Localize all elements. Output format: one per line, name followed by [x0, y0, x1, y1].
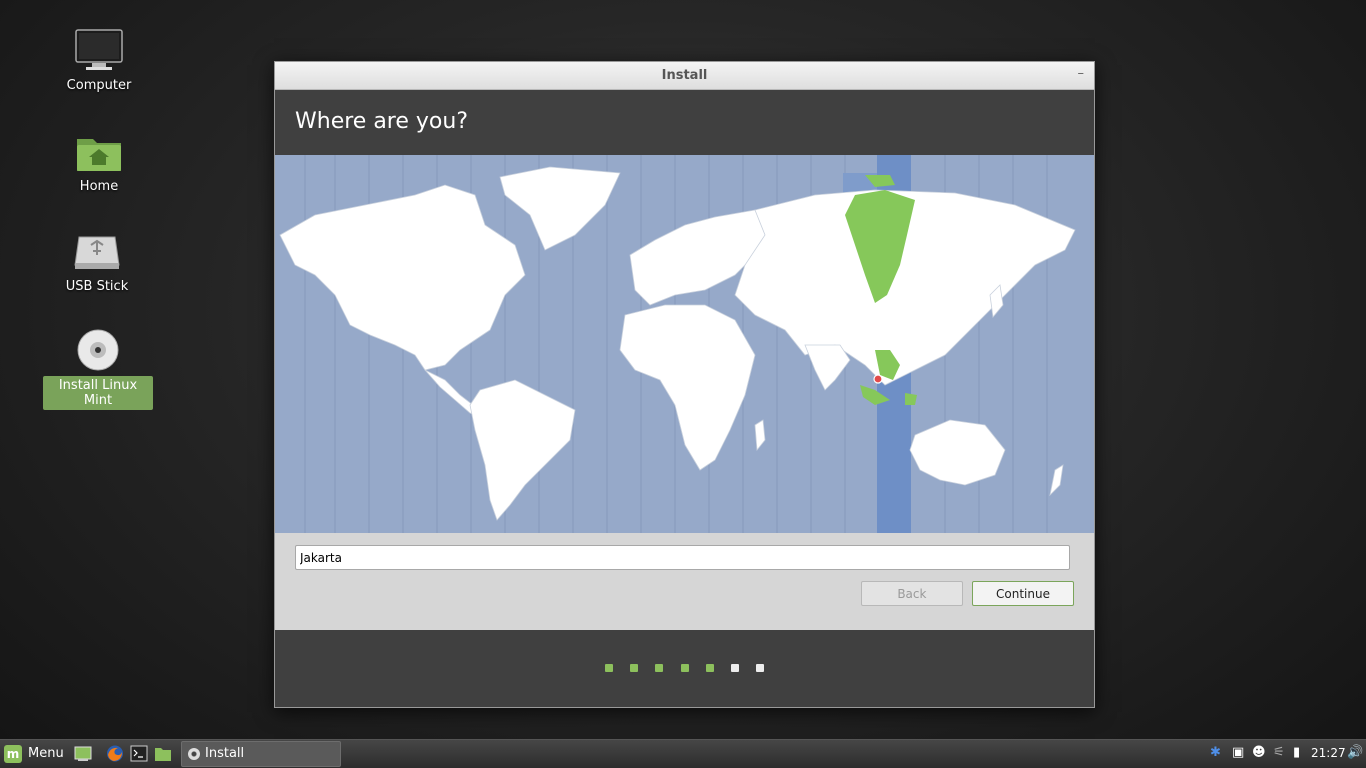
timezone-map[interactable] [275, 155, 1094, 533]
progress-footer [275, 630, 1094, 707]
progress-step-done [705, 664, 714, 672]
window-title: Install [661, 68, 708, 83]
linux-mint-logo-icon: m [4, 744, 22, 763]
back-button[interactable]: Back [860, 581, 963, 606]
location-input[interactable] [295, 545, 1070, 570]
page-heading: Where are you? [275, 90, 1094, 155]
taskbar-window-install[interactable]: Install [181, 741, 341, 767]
desktop-icon-label: Install Linux Mint [43, 376, 153, 410]
desktop-icon-computer[interactable]: Computer [44, 28, 154, 95]
menu-label: Menu [28, 746, 64, 761]
cd-disc-icon [77, 329, 119, 371]
show-desktop-icon[interactable] [74, 745, 92, 762]
window-titlebar[interactable]: Install – [275, 62, 1094, 90]
continue-button[interactable]: Continue [972, 581, 1074, 606]
firefox-icon[interactable] [106, 745, 124, 762]
menu-button[interactable]: m Menu [4, 744, 64, 764]
update-manager-icon[interactable]: ▣ [1232, 745, 1244, 760]
desktop-icon-label: Computer [66, 78, 132, 93]
user-icon[interactable]: ☻ [1252, 745, 1266, 760]
taskbar: m Menu Install ✱ ▣ ☻ ⚟ ▮ 21:27 🔊 [0, 739, 1366, 768]
progress-step-done [630, 664, 639, 672]
location-marker [873, 374, 883, 384]
progress-step-done [605, 664, 614, 672]
terminal-icon[interactable] [130, 745, 148, 762]
install-window: Install – Where are you? Jakarta Back Co… [274, 61, 1095, 708]
volume-icon[interactable]: 🔊 [1347, 745, 1363, 760]
network-icon[interactable]: ⚟ [1273, 745, 1285, 760]
usb-drive-icon [74, 236, 120, 269]
bluetooth-icon[interactable]: ✱ [1210, 745, 1221, 760]
cd-disc-icon [188, 747, 200, 760]
home-folder-icon [77, 139, 121, 171]
progress-step-pending [730, 664, 739, 672]
computer-icon [75, 29, 123, 70]
world-map-graphic [279, 155, 1076, 533]
desktop-icon-usb[interactable]: USB Stick [42, 233, 152, 296]
files-icon[interactable] [154, 745, 172, 762]
desktop-icon-label: USB Stick [65, 279, 129, 294]
clock[interactable]: 21:27 [1311, 746, 1346, 760]
desktop-icon-label: Home [79, 179, 119, 194]
task-label: Install [205, 746, 245, 761]
desktop-icon-install-linux-mint[interactable]: Install Linux Mint [43, 328, 153, 410]
battery-icon[interactable]: ▮ [1293, 745, 1300, 760]
progress-step-done [680, 664, 689, 672]
minimize-button[interactable]: – [1078, 66, 1085, 81]
progress-step-pending [755, 664, 764, 672]
desktop-icon-home[interactable]: Home [44, 133, 154, 196]
progress-step-done [655, 664, 664, 672]
